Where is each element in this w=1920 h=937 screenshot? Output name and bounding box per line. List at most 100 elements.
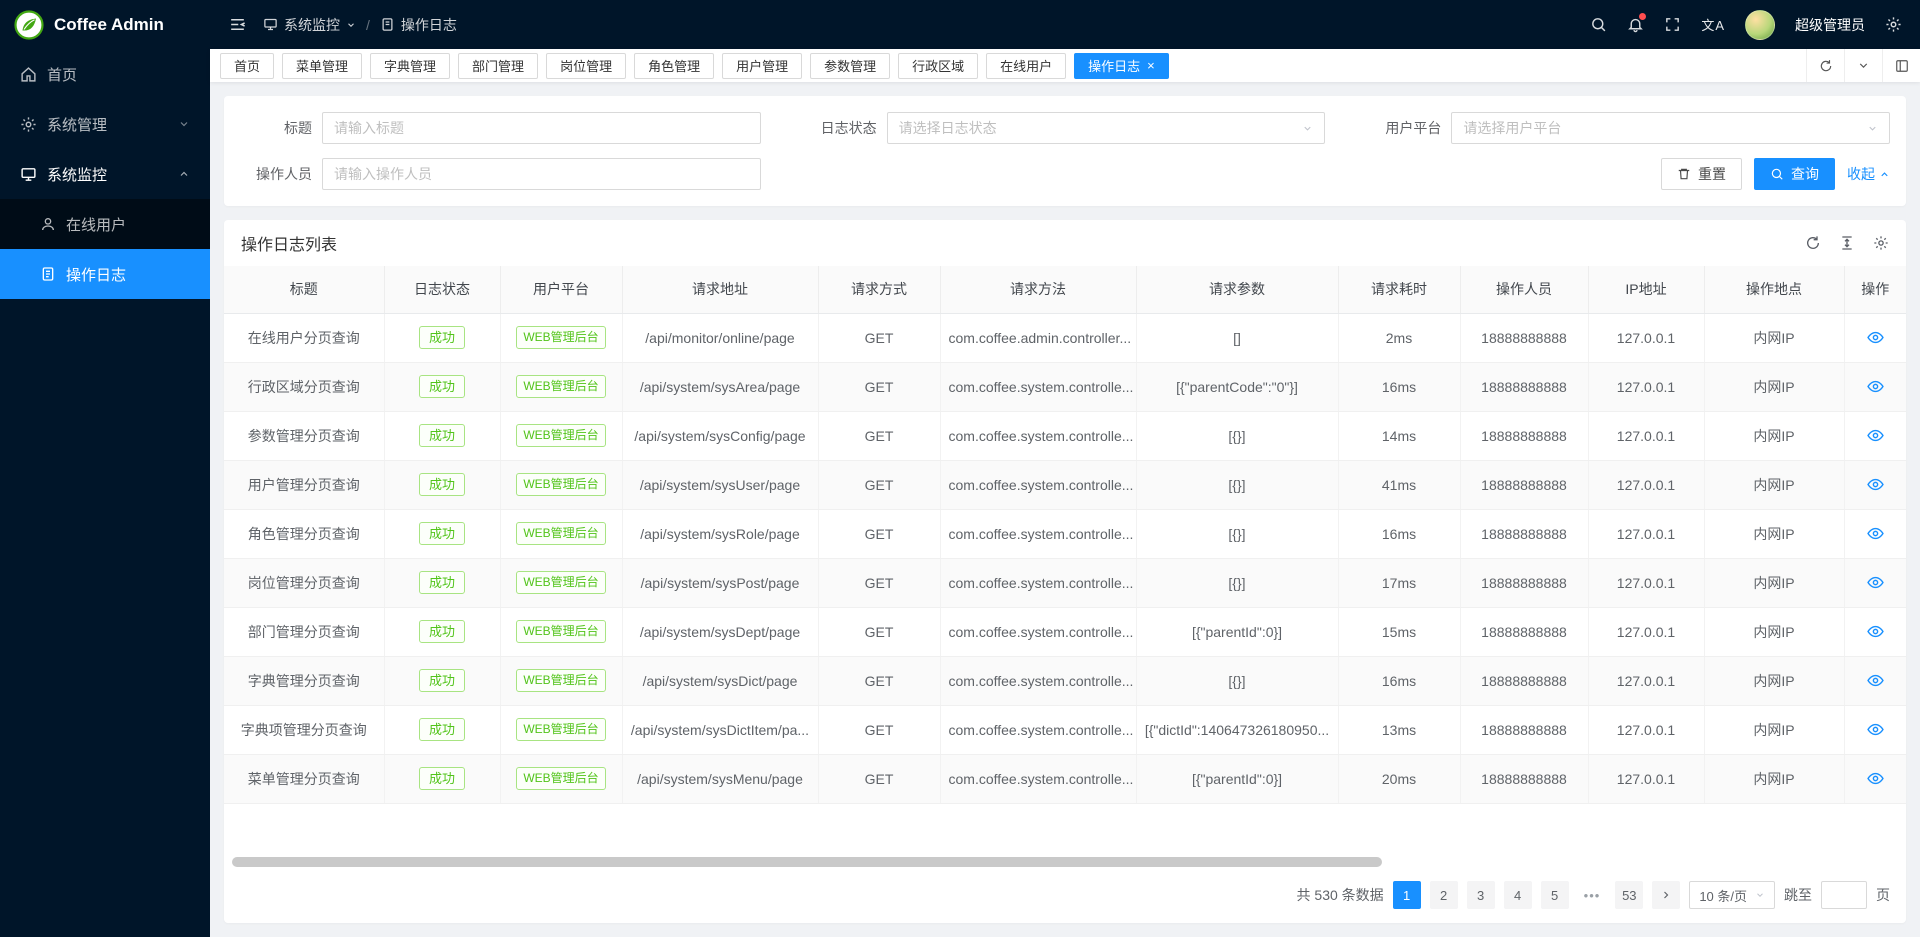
view-detail-eye-icon[interactable]	[1867, 525, 1884, 542]
chevron-down-icon[interactable]	[1844, 49, 1882, 82]
cell-actions	[1844, 362, 1906, 411]
cell-request-params: [{"dictId":140647326180950...	[1136, 705, 1338, 754]
cell-request-handler: com.coffee.system.controlle...	[940, 362, 1136, 411]
column-header: 操作	[1844, 266, 1906, 313]
platform-badge: WEB管理后台	[516, 718, 605, 741]
cell-request-url: /api/monitor/online/page	[622, 313, 818, 362]
column-header: 请求地址	[622, 266, 818, 313]
user-name[interactable]: 超级管理员	[1795, 15, 1865, 35]
search-icon	[1770, 167, 1784, 181]
topbar-actions: 文A 超级管理员	[1590, 10, 1902, 40]
sidebar-item-home[interactable]: 首页	[0, 49, 210, 99]
cell-operator: 18888888888	[1460, 460, 1588, 509]
tab[interactable]: 操作日志 ×	[1074, 53, 1169, 79]
translate-icon[interactable]: 文A	[1701, 15, 1725, 34]
notification-badge-dot	[1639, 13, 1646, 20]
view-detail-eye-icon[interactable]	[1867, 427, 1884, 444]
log-list-header: 操作日志列表	[224, 220, 1906, 266]
avatar[interactable]	[1745, 10, 1775, 40]
table-row: 部门管理分页查询 成功 WEB管理后台 /api/system/sysDept/…	[224, 607, 1906, 656]
query-button[interactable]: 查询	[1754, 158, 1835, 190]
next-page-button[interactable]	[1652, 881, 1680, 909]
tab[interactable]: 用户管理 ×	[722, 53, 802, 79]
cell-request-params: [{}]	[1136, 460, 1338, 509]
settings-gear-icon[interactable]	[1885, 16, 1902, 33]
refresh-icon[interactable]	[1805, 235, 1821, 251]
document-icon	[380, 17, 395, 32]
platform-badge: WEB管理后台	[516, 669, 605, 692]
page-button[interactable]: 4	[1504, 881, 1532, 909]
reset-button[interactable]: 重置	[1661, 158, 1742, 190]
view-detail-eye-icon[interactable]	[1867, 378, 1884, 395]
app-logo[interactable]: Coffee Admin	[0, 0, 210, 49]
page-button[interactable]: 3	[1467, 881, 1495, 909]
cell-duration: 16ms	[1338, 509, 1460, 558]
page-button[interactable]: •••	[1578, 881, 1607, 909]
horizontal-scrollbar-thumb[interactable]	[232, 857, 1382, 867]
cell-actions	[1844, 656, 1906, 705]
column-header: 日志状态	[384, 266, 500, 313]
page-button[interactable]: 53	[1615, 881, 1643, 909]
content-fullscreen-icon[interactable]	[1882, 49, 1920, 82]
breadcrumb-operation-log[interactable]: 操作日志	[380, 15, 457, 35]
cell-request-method: GET	[818, 411, 940, 460]
sidebar-item-operation-log[interactable]: 操作日志	[0, 249, 210, 299]
cell-log-status: 成功	[384, 558, 500, 607]
column-settings-gear-icon[interactable]	[1873, 235, 1889, 251]
view-detail-eye-icon[interactable]	[1867, 721, 1884, 738]
cell-request-handler: com.coffee.system.controlle...	[940, 607, 1136, 656]
log-status-select[interactable]: 请选择日志状态	[887, 112, 1326, 144]
tab[interactable]: 岗位管理 ×	[546, 53, 626, 79]
page-button[interactable]: 5	[1541, 881, 1569, 909]
log-table: 标题 日志状态 用户平台 请求地址 请求方式 请求方法 请求参数 请求耗时 操作…	[224, 266, 1906, 804]
search-icon[interactable]	[1590, 16, 1607, 33]
cell-request-url: /api/system/sysRole/page	[622, 509, 818, 558]
monitor-icon	[20, 166, 37, 183]
fullscreen-icon[interactable]	[1664, 16, 1681, 33]
cell-request-params: [{}]	[1136, 656, 1338, 705]
sidebar-item-system-management[interactable]: 系统管理	[0, 99, 210, 149]
tab[interactable]: 行政区域 ×	[898, 53, 978, 79]
tab[interactable]: 首页 ×	[220, 53, 274, 79]
page-size-select[interactable]: 10 条/页	[1689, 881, 1775, 909]
operator-label: 操作人员	[240, 164, 322, 184]
view-detail-eye-icon[interactable]	[1867, 623, 1884, 640]
view-detail-eye-icon[interactable]	[1867, 329, 1884, 346]
cell-title: 行政区域分页查询	[224, 362, 384, 411]
row-density-icon[interactable]	[1839, 235, 1855, 251]
menu-fold-icon[interactable]	[228, 15, 247, 34]
table-tools	[1805, 235, 1889, 251]
column-header-label: 操作人员	[1496, 281, 1552, 297]
sidebar-item-system-monitor[interactable]: 系统监控	[0, 149, 210, 199]
tab[interactable]: 字典管理 ×	[370, 53, 450, 79]
page-button[interactable]: 2	[1430, 881, 1458, 909]
page-button[interactable]: 1	[1393, 881, 1421, 909]
tab[interactable]: 部门管理 ×	[458, 53, 538, 79]
notification-bell-icon[interactable]	[1627, 16, 1644, 33]
query-button-label: 查询	[1791, 164, 1819, 184]
operator-input[interactable]	[322, 158, 761, 190]
view-detail-eye-icon[interactable]	[1867, 770, 1884, 787]
view-detail-eye-icon[interactable]	[1867, 574, 1884, 591]
view-detail-eye-icon[interactable]	[1867, 476, 1884, 493]
cell-location: 内网IP	[1704, 558, 1844, 607]
close-icon[interactable]: ×	[1147, 59, 1155, 72]
tab[interactable]: 参数管理 ×	[810, 53, 890, 79]
tab[interactable]: 在线用户 ×	[986, 53, 1066, 79]
cell-request-handler: com.coffee.system.controlle...	[940, 656, 1136, 705]
jump-page-input[interactable]	[1821, 881, 1867, 909]
cell-operator: 18888888888	[1460, 607, 1588, 656]
tab[interactable]: 菜单管理 ×	[282, 53, 362, 79]
cell-title: 菜单管理分页查询	[224, 754, 384, 803]
column-header-label: 日志状态	[414, 281, 470, 297]
tab[interactable]: 角色管理 ×	[634, 53, 714, 79]
user-platform-select[interactable]: 请选择用户平台	[1451, 112, 1890, 144]
collapse-filter-link[interactable]: 收起	[1847, 164, 1890, 184]
breadcrumb-system-monitor[interactable]: 系统监控	[263, 15, 356, 35]
platform-badge: WEB管理后台	[516, 620, 605, 643]
chevron-up-icon	[1879, 169, 1890, 180]
title-input[interactable]	[322, 112, 761, 144]
view-detail-eye-icon[interactable]	[1867, 672, 1884, 689]
refresh-icon[interactable]	[1806, 49, 1844, 82]
sidebar-item-online-users[interactable]: 在线用户	[0, 199, 210, 249]
